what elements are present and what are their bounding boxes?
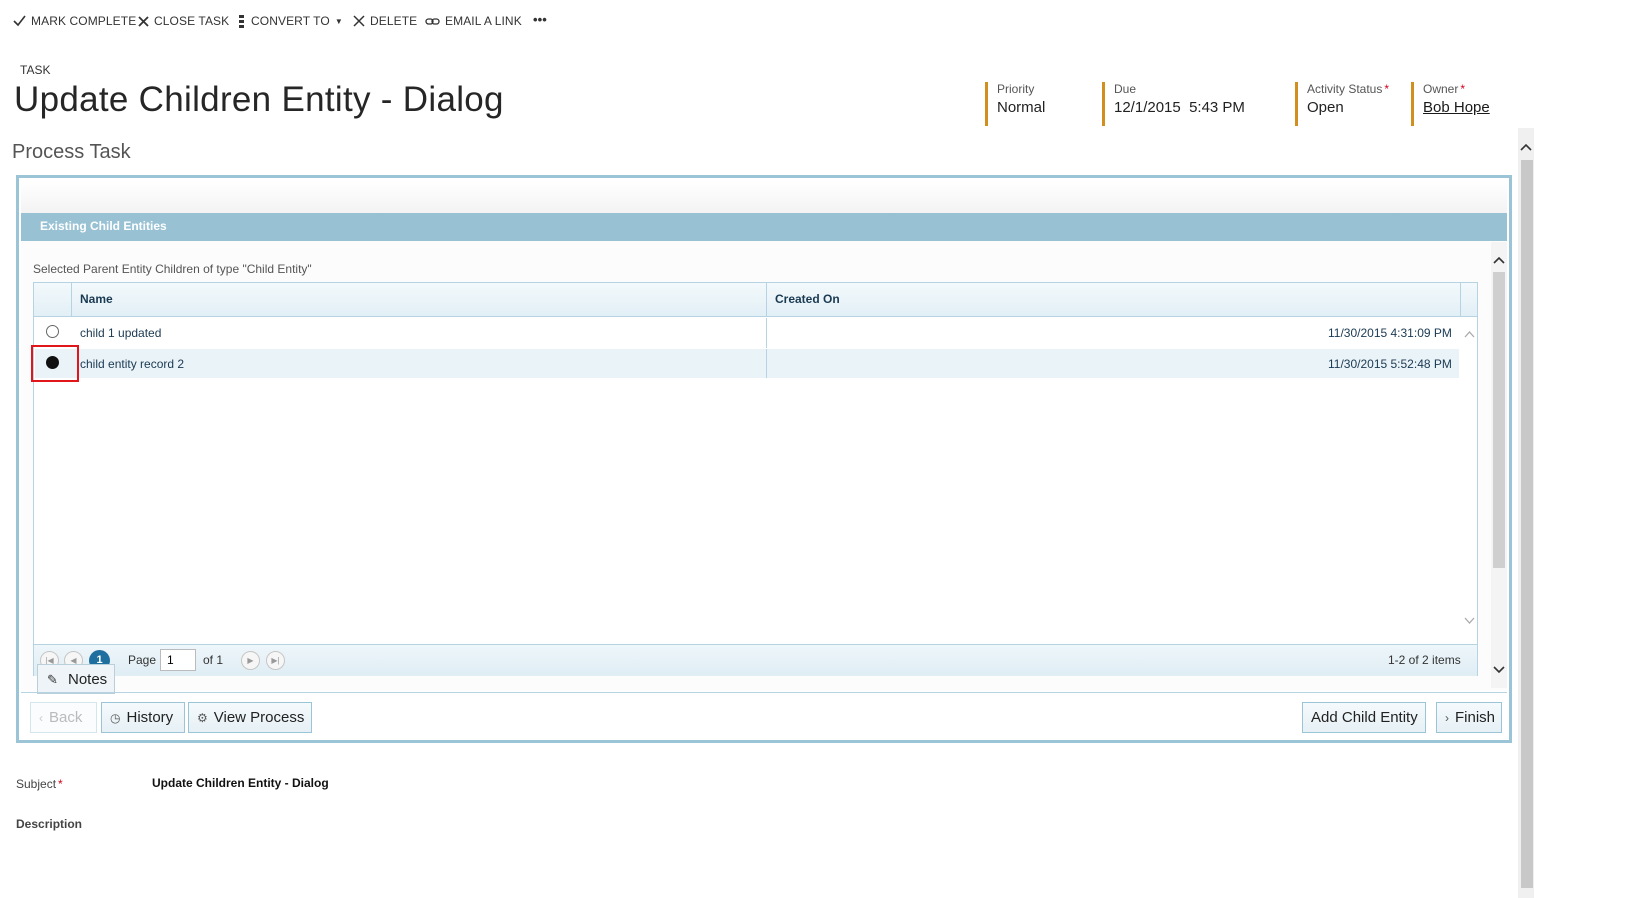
row-radio-button[interactable] <box>46 325 59 338</box>
page-title: Update Children Entity - Dialog <box>14 80 504 119</box>
email-link-label: EMAIL A LINK <box>445 14 522 28</box>
activity-status-label: Activity Status <box>1307 82 1383 96</box>
dialog-scrollbar[interactable] <box>1491 242 1507 688</box>
mark-complete-button[interactable]: MARK COMPLETE <box>13 14 136 28</box>
owner-link[interactable]: Bob Hope <box>1423 99 1490 116</box>
required-marker: * <box>58 777 63 791</box>
page-of-label: of 1 <box>203 653 224 667</box>
owner-label-wrap: Owner * <box>1423 82 1490 96</box>
grid-header <box>34 283 1477 317</box>
priority-value[interactable]: Normal <box>997 99 1045 116</box>
page-scrollbar[interactable] <box>1518 128 1534 898</box>
due-field[interactable]: Due 12/1/2015 5:43 PM <box>1102 82 1245 126</box>
convert-to-label: CONVERT TO <box>251 14 330 28</box>
page-scrollbar-thumb[interactable] <box>1521 160 1533 888</box>
add-child-entity-button[interactable]: Add Child Entity <box>1302 702 1426 733</box>
dialog-top-strip <box>21 181 1507 213</box>
due-value[interactable]: 12/1/2015 5:43 PM <box>1114 99 1245 116</box>
dialog-footer-divider <box>21 692 1507 693</box>
delete-button[interactable]: DELETE <box>353 14 417 28</box>
more-commands-button[interactable]: ••• <box>533 12 547 27</box>
back-label: Back <box>49 709 83 726</box>
convert-to-button[interactable]: CONVERT TO ▼ <box>237 14 343 28</box>
due-label: Due <box>1114 82 1137 96</box>
column-header-created-on[interactable]: Created On <box>775 292 840 306</box>
history-button[interactable]: ◷ History <box>101 702 185 733</box>
table-row-selected-bg <box>35 349 1459 378</box>
activity-status-field[interactable]: Activity Status * Open <box>1295 82 1389 126</box>
history-icon: ◷ <box>110 711 121 725</box>
page-label: Page <box>128 653 157 667</box>
chevron-down-icon: ▼ <box>334 16 343 26</box>
column-divider <box>766 318 767 348</box>
entity-type-label: TASK <box>20 63 51 77</box>
row-created-on-cell: 11/30/2015 4:31:09 PM <box>1328 326 1452 340</box>
close-task-label: CLOSE TASK <box>154 14 230 28</box>
scroll-down-icon[interactable] <box>1493 666 1505 674</box>
scroll-up-icon[interactable] <box>1520 140 1532 154</box>
page-number-input[interactable] <box>160 649 196 671</box>
convert-icon <box>239 15 244 28</box>
link-icon <box>425 17 440 25</box>
column-divider <box>766 349 767 378</box>
process-icon: ⚙ <box>197 711 208 725</box>
child-entities-grid <box>33 282 1478 676</box>
back-button[interactable]: ‹ Back <box>30 702 97 733</box>
column-divider <box>1460 283 1461 316</box>
grid-caption: Selected Parent Entity Children of type … <box>33 262 312 276</box>
notes-tab[interactable]: ✎ Notes <box>37 664 115 694</box>
row-name-cell[interactable]: child 1 updated <box>80 326 161 340</box>
owner-field[interactable]: Owner * Bob Hope <box>1411 82 1490 126</box>
last-page-icon[interactable]: ▶| <box>266 651 285 670</box>
finish-button[interactable]: › Finish <box>1436 702 1502 733</box>
pencil-icon: ✎ <box>47 672 58 687</box>
dialog-scrollbar-thumb[interactable] <box>1493 272 1505 568</box>
column-divider <box>71 283 72 316</box>
view-process-button[interactable]: ⚙ View Process <box>188 702 312 733</box>
mark-complete-label: MARK COMPLETE <box>31 14 137 28</box>
column-divider[interactable] <box>766 283 767 316</box>
priority-field[interactable]: Priority Normal <box>985 82 1045 126</box>
next-page-icon[interactable]: ▶ <box>241 651 260 670</box>
close-task-button[interactable]: CLOSE TASK <box>138 14 229 28</box>
chevron-left-icon: ‹ <box>39 711 43 725</box>
required-marker: * <box>1460 82 1466 96</box>
grid-scroll-up-icon[interactable] <box>1464 331 1475 338</box>
add-child-entity-label: Add Child Entity <box>1311 709 1418 726</box>
more-icon: ••• <box>533 12 547 27</box>
activity-status-label-wrap: Activity Status * <box>1307 82 1389 96</box>
activity-status-value[interactable]: Open <box>1307 99 1389 116</box>
dialog-band-title: Existing Child Entities <box>21 213 1507 241</box>
subject-label-wrap: Subject * <box>16 777 63 791</box>
close-icon <box>138 15 149 27</box>
row-name-cell[interactable]: child entity record 2 <box>80 357 184 371</box>
priority-label: Priority <box>997 82 1035 96</box>
scroll-up-icon[interactable] <box>1493 256 1505 264</box>
row-created-on-cell: 11/30/2015 5:52:48 PM <box>1328 357 1452 371</box>
column-header-name[interactable]: Name <box>80 292 113 306</box>
checkmark-icon <box>13 15 26 27</box>
subject-label: Subject <box>16 777 57 791</box>
email-link-button[interactable]: EMAIL A LINK <box>425 14 522 28</box>
notes-label: Notes <box>68 671 108 688</box>
view-process-label: View Process <box>213 709 305 726</box>
grid-scroll-down-icon[interactable] <box>1464 617 1475 624</box>
subject-value[interactable]: Update Children Entity - Dialog <box>152 776 329 790</box>
section-title: Process Task <box>12 141 131 163</box>
owner-label: Owner <box>1423 82 1459 96</box>
delete-label: DELETE <box>370 14 418 28</box>
items-summary: 1-2 of 2 items <box>1388 653 1461 667</box>
history-label: History <box>126 709 174 726</box>
required-marker: * <box>1384 82 1390 96</box>
description-label: Description <box>16 817 83 831</box>
chevron-right-icon: › <box>1445 711 1449 725</box>
delete-icon <box>353 15 365 27</box>
selection-highlight-box <box>31 345 79 382</box>
finish-label: Finish <box>1455 709 1496 726</box>
